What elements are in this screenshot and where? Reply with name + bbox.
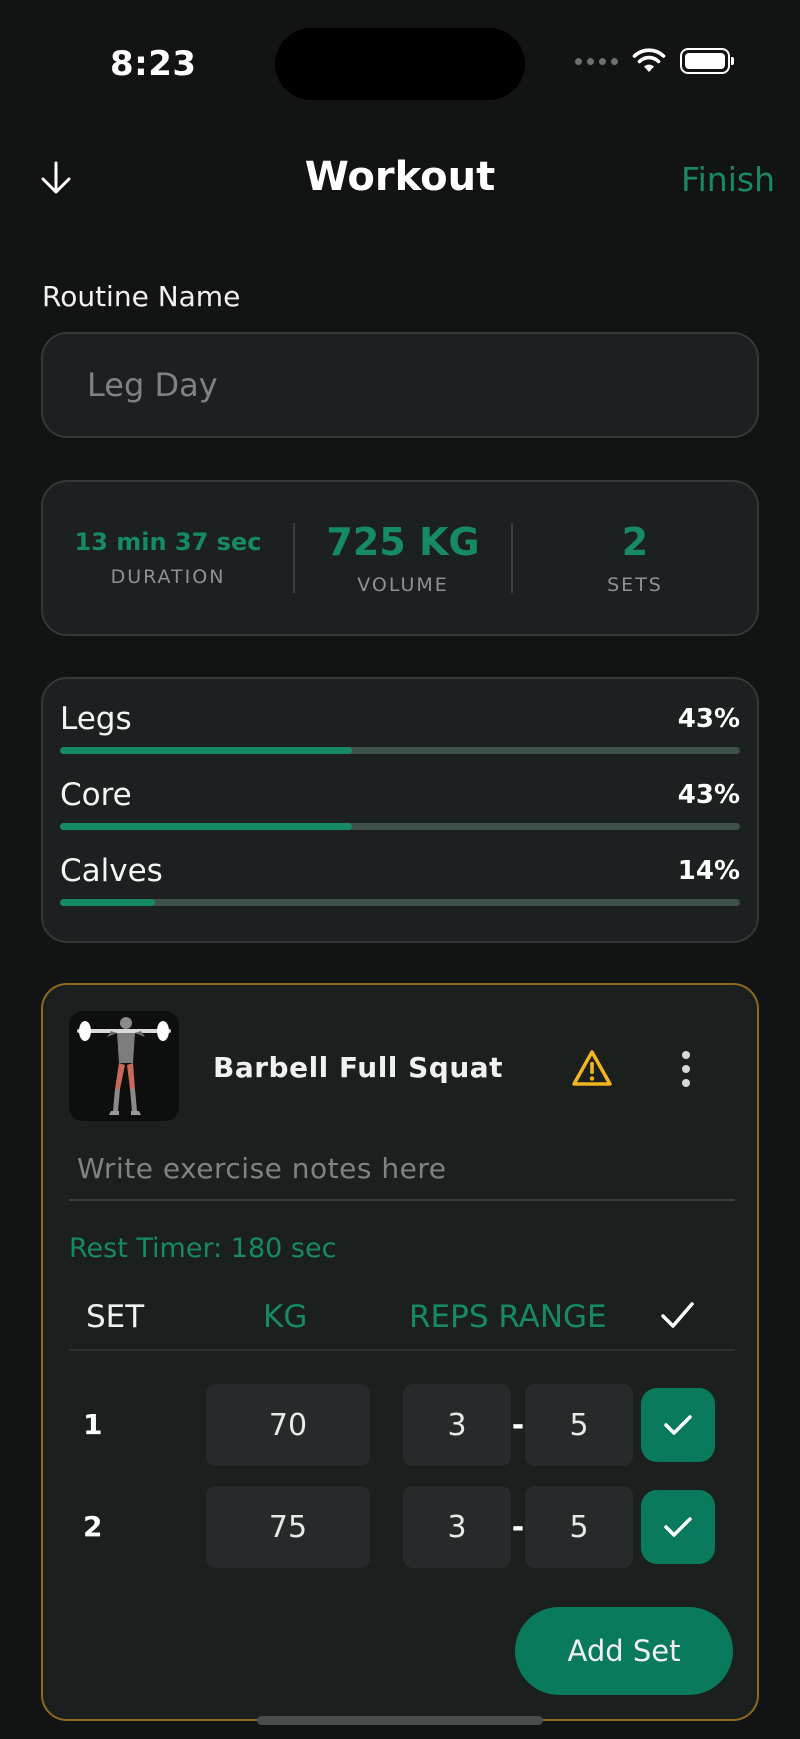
muscle-distribution-card: Legs 43% Core 43% Calves 14% [41, 677, 759, 943]
column-set: SET [86, 1299, 145, 1335]
exercise-card: Barbell Full Squat Write exercise notes … [41, 983, 759, 1721]
complete-set-button[interactable] [641, 1388, 715, 1462]
muscle-row-core: Core 43% [60, 773, 740, 849]
reps-max-input[interactable]: 5 [525, 1486, 633, 1568]
battery-icon [680, 48, 734, 74]
signal-dots-icon [575, 57, 618, 65]
checkmark-icon [664, 1517, 692, 1537]
add-set-button[interactable]: Add Set [515, 1607, 733, 1695]
status-time: 8:23 [110, 44, 197, 84]
muscle-percent: 14% [677, 856, 740, 886]
page-title: Workout [304, 154, 496, 200]
muscle-row-legs: Legs 43% [60, 697, 740, 773]
sets-value: 2 [621, 520, 649, 564]
rest-timer[interactable]: Rest Timer: 180 sec [69, 1233, 336, 1264]
set-number: 2 [83, 1510, 103, 1543]
reps-min-input[interactable]: 3 [403, 1486, 511, 1568]
duration-value: 13 min 37 sec [74, 528, 262, 556]
warning-icon[interactable] [571, 1049, 613, 1087]
reps-min-input[interactable]: 3 [403, 1384, 511, 1466]
kg-input[interactable]: 75 [206, 1486, 370, 1568]
reps-max-input[interactable]: 5 [525, 1384, 633, 1466]
kg-input[interactable]: 70 [206, 1384, 370, 1466]
routine-name-input[interactable]: Leg Day [41, 332, 759, 438]
workout-screen: 8:23 Workout Finish Routine Name Leg Day… [0, 0, 800, 1739]
set-row: 2 75 3 - 5 [69, 1486, 735, 1570]
muscle-progress-bar [60, 899, 740, 906]
duration-label: DURATION [110, 566, 226, 588]
muscle-name: Core [60, 777, 132, 813]
reps-separator: - [511, 1510, 525, 1545]
muscle-progress-fill [60, 747, 353, 754]
duration-stat: 13 min 37 sec DURATION [43, 482, 293, 634]
muscle-percent: 43% [677, 780, 740, 810]
dynamic-island [275, 28, 525, 100]
muscle-progress-fill [60, 899, 156, 906]
home-indicator[interactable] [257, 1716, 543, 1725]
wifi-icon [632, 48, 666, 72]
muscle-progress-bar [60, 747, 740, 754]
volume-stat: 725 KG VOLUME [295, 482, 511, 634]
exercise-thumbnail[interactable] [69, 1011, 179, 1121]
muscle-row-calves: Calves 14% [60, 849, 740, 925]
muscle-progress-fill [60, 823, 353, 830]
complete-set-button[interactable] [641, 1490, 715, 1564]
status-icons [575, 48, 734, 74]
muscle-progress-bar [60, 823, 740, 830]
muscle-percent: 43% [677, 704, 740, 734]
muscle-name: Legs [60, 701, 132, 737]
finish-button[interactable]: Finish [681, 160, 775, 199]
set-row: 1 70 3 - 5 [69, 1384, 735, 1468]
sets-table-header: SET KG REPS RANGE [69, 1281, 735, 1351]
volume-label: VOLUME [357, 574, 449, 596]
sets-stat: 2 SETS [513, 482, 757, 634]
reps-separator: - [511, 1408, 525, 1443]
column-reps-range: REPS RANGE [409, 1299, 607, 1335]
muscle-name: Calves [60, 853, 163, 889]
more-options-icon[interactable] [671, 1047, 701, 1091]
check-column-icon [661, 1302, 694, 1328]
workout-stats-card: 13 min 37 sec DURATION 725 KG VOLUME 2 S… [41, 480, 759, 636]
squat-figure-icon [77, 1017, 171, 1115]
exercise-notes-input[interactable]: Write exercise notes here [69, 1137, 735, 1201]
volume-value: 725 KG [326, 520, 480, 564]
column-kg: KG [263, 1299, 308, 1335]
checkmark-icon [664, 1415, 692, 1435]
routine-name-label: Routine Name [42, 280, 241, 313]
set-number: 1 [83, 1408, 103, 1441]
sets-label: SETS [607, 574, 663, 596]
exercise-name[interactable]: Barbell Full Squat [213, 1051, 503, 1084]
